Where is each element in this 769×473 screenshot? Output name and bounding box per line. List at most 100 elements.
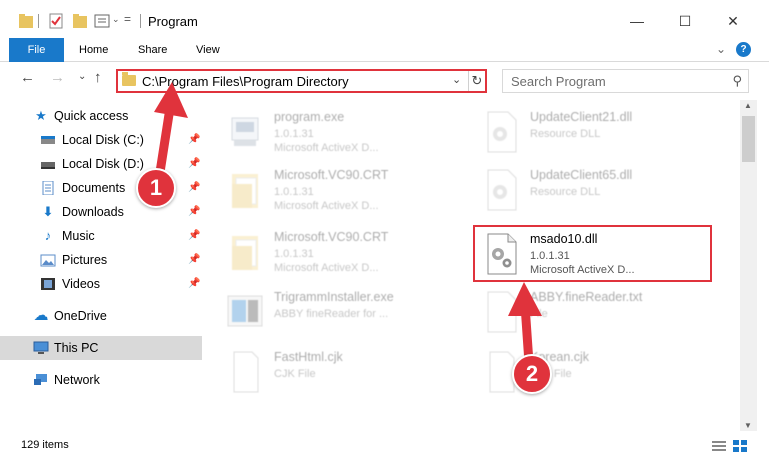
search-box[interactable]: Search Program ⚲: [502, 69, 749, 93]
pin-icon[interactable]: 📌: [188, 278, 200, 289]
ribbon: File Home Share View ⌄ ?: [0, 38, 769, 62]
sidebar-item-this-pc[interactable]: This PC: [0, 336, 202, 360]
file-version: 1.0.1.31: [274, 248, 314, 260]
sidebar-item-network[interactable]: Network: [0, 368, 202, 392]
sidebar-item-videos[interactable]: Videos 📌: [0, 272, 202, 296]
search-input[interactable]: Search Program: [511, 74, 606, 89]
tab-view[interactable]: View: [196, 38, 220, 62]
forward-button[interactable]: →: [50, 69, 65, 86]
maximize-button[interactable]: ☐: [665, 8, 705, 34]
customize-toolbar-icon[interactable]: [94, 12, 110, 30]
sidebar-item-label: Network: [54, 373, 100, 387]
window-title: Program: [148, 14, 198, 29]
quick-access-pin-icon: =: [124, 12, 132, 26]
scroll-thumb[interactable]: [742, 116, 755, 162]
new-folder-icon[interactable]: [72, 12, 88, 30]
file-name: Microsoft.VC90.CRT: [274, 230, 389, 244]
status-bar: 129 items: [0, 432, 769, 462]
pin-icon[interactable]: 📌: [188, 254, 200, 265]
file-highlight-box: [473, 225, 712, 282]
back-button[interactable]: ←: [20, 69, 35, 86]
file-item[interactable]: TrigrammInstaller.exe ABBY fineReader fo…: [220, 284, 460, 340]
large-icons-view-icon[interactable]: [733, 440, 747, 452]
pin-icon[interactable]: 📌: [188, 158, 200, 169]
pin-icon[interactable]: 📌: [188, 230, 200, 241]
sidebar-item-label: Music: [62, 229, 95, 243]
download-icon: ⬇: [42, 204, 54, 219]
chevron-down-icon[interactable]: ⌄: [452, 73, 461, 86]
folder-icon: [232, 174, 258, 208]
drive-icon: [41, 162, 55, 169]
pin-icon[interactable]: 📌: [188, 206, 200, 217]
file-item[interactable]: ABBY.fineReader.txt File: [476, 284, 716, 340]
title-divider: [140, 14, 141, 28]
file-item[interactable]: FastHtml.cjk CJK File: [220, 344, 460, 400]
tab-file[interactable]: File: [9, 38, 64, 62]
sidebar-item-local-disk-c[interactable]: Local Disk (C:) 📌: [0, 128, 202, 152]
sidebar-item-label: OneDrive: [54, 309, 107, 323]
sidebar-item-local-disk-d[interactable]: Local Disk (D:) 📌: [0, 152, 202, 176]
annotation-badge-1: 1: [136, 168, 176, 208]
sidebar-item-onedrive[interactable]: ☁ OneDrive: [0, 304, 202, 328]
address-bar[interactable]: C:\Program Files\Program Directory ⌄ ↻: [116, 69, 487, 93]
documents-icon: [42, 181, 54, 195]
details-view-icon[interactable]: [712, 440, 726, 452]
scroll-down-icon[interactable]: ▼: [744, 421, 752, 430]
chevron-down-icon[interactable]: ⌄: [112, 14, 120, 32]
navigation-bar: ← → ⌄ ↑ C:\Program Files\Program Directo…: [0, 63, 769, 95]
file-item[interactable]: UpdateClient65.dll Resource DLL: [476, 162, 716, 218]
refresh-button[interactable]: ↻: [468, 71, 485, 91]
sidebar-item-downloads[interactable]: ⬇ Downloads 📌: [0, 200, 202, 224]
file-description: Microsoft ActiveX D...: [274, 142, 379, 154]
file-name: UpdateClient21.dll: [530, 110, 633, 124]
address-path[interactable]: C:\Program Files\Program Directory: [142, 74, 349, 89]
scroll-up-icon[interactable]: ▲: [744, 101, 752, 110]
sidebar-item-label: Documents: [62, 181, 126, 195]
help-icon[interactable]: ?: [736, 42, 751, 57]
file-type: Resource DLL: [530, 186, 601, 198]
sidebar-item-pictures[interactable]: Pictures 📌: [0, 248, 202, 272]
file-item[interactable]: Microsoft.VC90.CRT 1.0.1.31 Microsoft Ac…: [220, 224, 460, 280]
tab-home[interactable]: Home: [79, 38, 108, 62]
folder-icon[interactable]: [18, 12, 34, 30]
dll-icon: [487, 169, 517, 211]
minimize-button[interactable]: —: [617, 8, 657, 34]
search-icon[interactable]: ⚲: [732, 73, 742, 89]
recent-locations-button[interactable]: ⌄: [78, 71, 86, 82]
drive-icon: [41, 136, 55, 144]
sidebar-item-label: Local Disk (C:): [62, 133, 144, 147]
sidebar-item-music[interactable]: ♪ Music 📌: [0, 224, 202, 248]
annotation-badge-2: 2: [512, 354, 552, 394]
pin-icon[interactable]: 📌: [188, 182, 200, 193]
tab-share[interactable]: Share: [138, 38, 167, 62]
dll-icon: [487, 111, 517, 153]
folder-icon: [232, 236, 258, 270]
sidebar-item-label: This PC: [54, 341, 99, 355]
text-icon: [487, 291, 517, 333]
exe-icon: [231, 117, 259, 146]
sidebar-item-quick-access[interactable]: ★ Quick access: [0, 104, 202, 128]
properties-icon[interactable]: [48, 12, 64, 30]
installer-icon: [227, 295, 263, 327]
vertical-scrollbar[interactable]: ▲ ▼: [740, 100, 757, 431]
title-bar: ⌄ = Program — ☐ ✕: [0, 0, 769, 38]
file-name: ABBY.fineReader.txt: [530, 290, 643, 304]
file-name: UpdateClient65.dll: [530, 168, 633, 182]
expand-ribbon-icon[interactable]: ⌄: [716, 42, 726, 56]
pin-icon[interactable]: 📌: [188, 134, 200, 145]
star-icon: ★: [35, 108, 47, 123]
file-item[interactable]: program.exe 1.0.1.31 Microsoft ActiveX D…: [220, 104, 460, 160]
sidebar-item-label: Pictures: [62, 253, 108, 267]
close-button[interactable]: ✕: [713, 8, 753, 34]
cloud-icon: ☁: [33, 307, 49, 324]
file-item[interactable]: UpdateClient21.dll Resource DLL: [476, 104, 716, 160]
up-button[interactable]: ↑: [94, 69, 102, 86]
videos-icon: [41, 278, 55, 290]
sidebar-item-label: Downloads: [62, 205, 124, 219]
file-description: Microsoft ActiveX D...: [274, 200, 379, 212]
file-type: Resource DLL: [530, 128, 601, 140]
music-icon: ♪: [44, 228, 52, 243]
file-type: File: [530, 308, 548, 320]
sidebar-item-label: Quick access: [54, 109, 129, 123]
file-item[interactable]: Microsoft.VC90.CRT 1.0.1.31 Microsoft Ac…: [220, 162, 460, 218]
